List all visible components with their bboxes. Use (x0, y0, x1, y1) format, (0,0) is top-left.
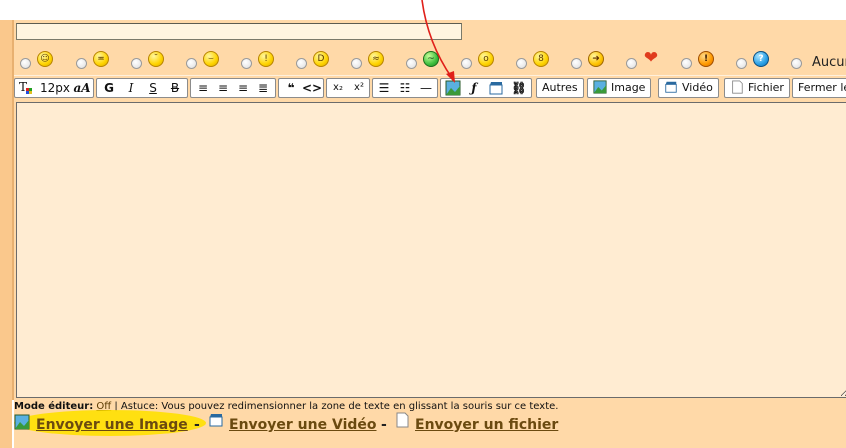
sick-smiley-icon: ~ (423, 51, 439, 67)
radio-button[interactable] (76, 58, 87, 69)
bullet-list-icon[interactable]: ☰ (375, 80, 393, 96)
grin-smiley-icon: ⌣ (203, 51, 219, 67)
video-button[interactable]: Vidéo (658, 78, 719, 98)
superscript-button[interactable]: x² (350, 80, 368, 96)
file-icon (732, 80, 743, 94)
upload-image-link[interactable]: Envoyer une Image (36, 417, 188, 433)
video-icon (665, 81, 677, 93)
italic-button[interactable]: I (122, 80, 140, 96)
wink-smiley-icon: ˘ (148, 51, 164, 67)
radio-button[interactable] (296, 58, 307, 69)
clapper-glyph (489, 82, 503, 95)
angry-smiley-icon: ≈ (368, 51, 384, 67)
image-label: Image (611, 81, 646, 94)
font-size-button[interactable]: 12px (39, 80, 71, 96)
image-button[interactable]: Image (587, 78, 652, 98)
close-button[interactable]: Fermer le (792, 78, 846, 98)
close-label: Fermer le (798, 81, 846, 94)
align-right-icon[interactable]: ≡ (234, 80, 252, 96)
font-group: T 12px aA (14, 78, 94, 98)
file-label: Fichier (748, 81, 784, 94)
radio-button[interactable] (791, 58, 802, 69)
radio-button[interactable] (351, 58, 362, 69)
happy-smiley-icon: ☺ (37, 51, 53, 67)
subscript-button[interactable]: x₂ (329, 80, 347, 96)
align-left-icon[interactable]: ≡ (194, 80, 212, 96)
editor-tip-text: | Astuce: Vous pouvez redimensionner la … (111, 401, 559, 412)
help-icon: ? (753, 51, 769, 67)
radio-button[interactable] (681, 58, 692, 69)
formatting-toolbar: T 12px aA G I S B ≡ ≡ ≡ ≣ ❝ <> x₂ x² ☰ ☷… (14, 78, 846, 100)
other-button[interactable]: Autres (536, 78, 584, 98)
radio-button[interactable] (461, 58, 472, 69)
upload-video-link[interactable]: Envoyer une Vidéo (229, 417, 377, 433)
big-grin-smiley-icon: D (313, 51, 329, 67)
video-clapper-icon[interactable] (487, 80, 505, 96)
video-label: Vidéo (682, 81, 713, 94)
radio-button[interactable] (626, 58, 637, 69)
arrow-right-icon: ➜ (588, 51, 604, 67)
insert-image-icon[interactable] (444, 80, 462, 96)
left-rail-edge (12, 20, 14, 400)
page-top-band (0, 0, 846, 20)
style-group: G I S B (96, 78, 188, 98)
quote-code-group: ❝ <> (278, 78, 324, 98)
divider (14, 75, 846, 76)
underline-button[interactable]: S (144, 80, 162, 96)
upload-file-icon (396, 412, 409, 428)
svg-text:T: T (19, 80, 27, 94)
radio-button[interactable] (131, 58, 142, 69)
upload-image-icon (14, 414, 30, 430)
shocked-smiley-icon: o (478, 51, 494, 67)
smiley-row: ☺ ≖ ˘ ⌣ ! D ≈ ~ o 8 ➜ ❤ ! ? (14, 49, 846, 75)
left-rail (0, 20, 12, 448)
strike-button[interactable]: B (166, 80, 184, 96)
numbered-list-icon[interactable]: ☷ (396, 80, 414, 96)
title-input[interactable] (16, 23, 462, 40)
warning-icon: ! (698, 51, 714, 67)
code-button[interactable]: <> (302, 80, 322, 96)
smiley-none-label: Aucun (812, 55, 846, 70)
font-case-button[interactable]: aA (72, 80, 92, 96)
radio-button[interactable] (186, 58, 197, 69)
link-icon[interactable]: ⛓ (509, 80, 529, 96)
bold-button[interactable]: G (100, 80, 118, 96)
radio-button[interactable] (406, 58, 417, 69)
flash-icon[interactable]: ƒ (466, 80, 482, 96)
radio-button[interactable] (516, 58, 527, 69)
file-button[interactable]: Fichier (724, 78, 790, 98)
smirk-smiley-icon: ≖ (93, 51, 109, 67)
horizontal-rule-icon[interactable]: — (417, 80, 435, 96)
image-glyph (445, 80, 461, 96)
radio-button[interactable] (571, 58, 582, 69)
quote-button[interactable]: ❝ (281, 80, 301, 96)
heart-icon: ❤ (643, 48, 659, 68)
align-group: ≡ ≡ ≡ ≣ (190, 78, 276, 98)
message-editor[interactable] (16, 102, 846, 398)
surprised-smiley-icon: ! (258, 51, 274, 67)
radio-button[interactable] (241, 58, 252, 69)
upload-file-link[interactable]: Envoyer un fichier (415, 417, 558, 433)
align-justify-icon[interactable]: ≣ (254, 80, 272, 96)
cool-smiley-icon: 8 (533, 51, 549, 67)
text-color-icon[interactable]: T (17, 80, 37, 96)
text-color-glyph: T (19, 80, 32, 94)
radio-button[interactable] (736, 58, 747, 69)
link-separator: - (194, 417, 200, 433)
image-icon (593, 80, 607, 94)
list-group: ☰ ☷ — (372, 78, 438, 98)
other-label: Autres (542, 81, 578, 94)
link-separator: - (381, 417, 387, 433)
radio-button[interactable] (20, 58, 31, 69)
upload-video-icon (209, 414, 223, 427)
align-center-icon[interactable]: ≡ (214, 80, 232, 96)
script-group: x₂ x² (326, 78, 370, 98)
media-group: ƒ ⛓ (440, 78, 532, 98)
